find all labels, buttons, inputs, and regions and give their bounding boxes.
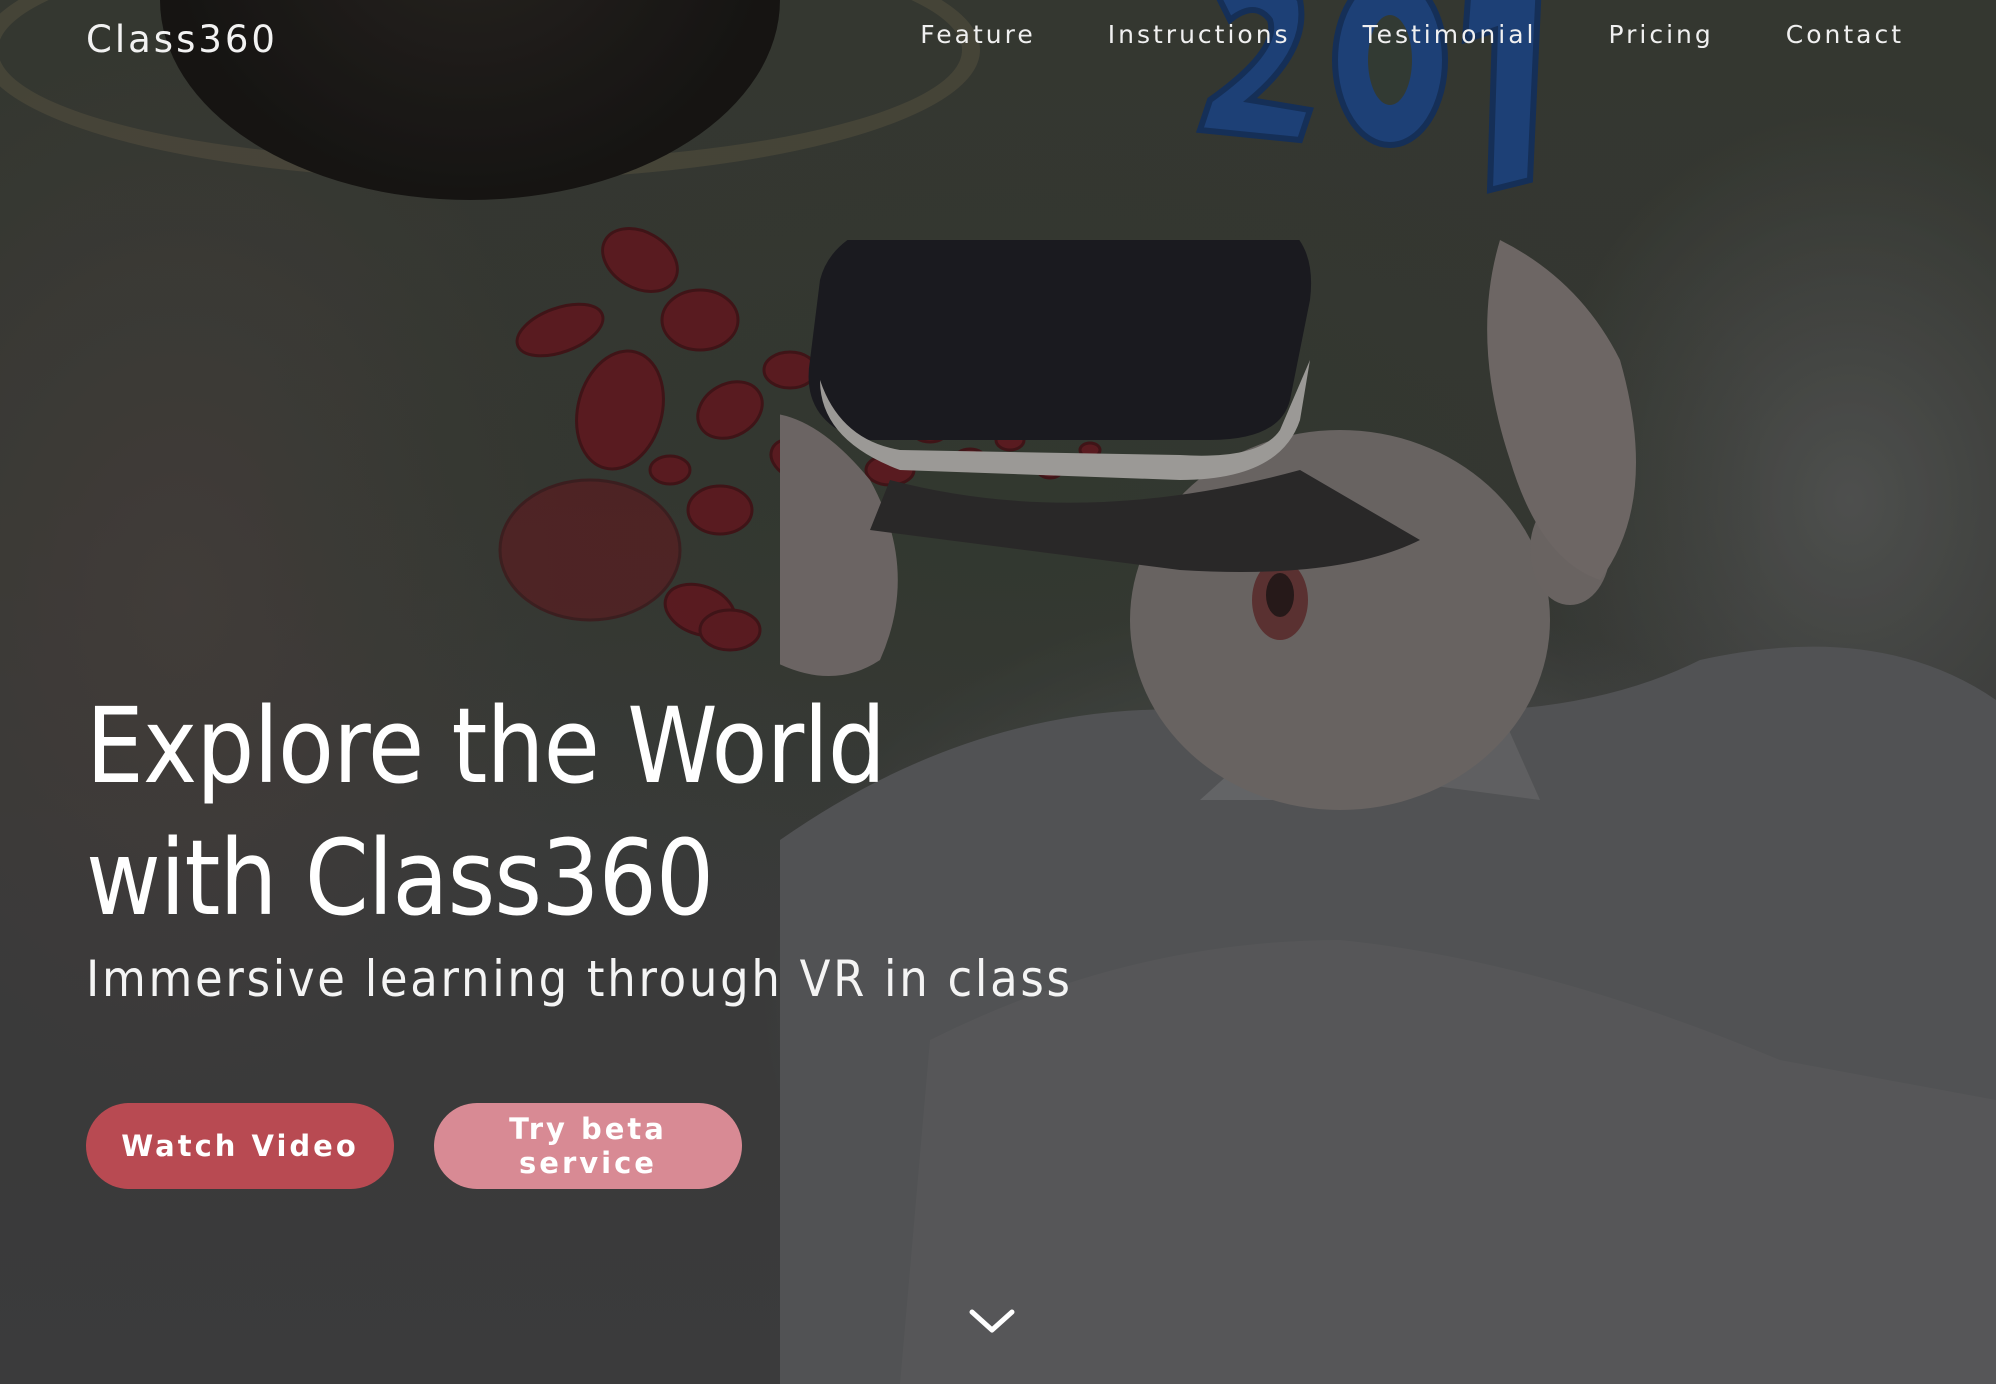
nav-link-feature[interactable]: Feature xyxy=(920,20,1035,49)
hero-subheadline: Immersive learning through VR in class xyxy=(86,950,1073,1008)
nav-link-testimonial[interactable]: Testimonial xyxy=(1363,20,1537,49)
watch-video-button[interactable]: Watch Video xyxy=(86,1103,394,1189)
nav-link-pricing[interactable]: Pricing xyxy=(1608,20,1713,49)
hero-headline-line2: with Class360 xyxy=(86,817,714,939)
chevron-down-icon[interactable] xyxy=(966,1300,1018,1340)
hero-headline: Explore the World with Class360 xyxy=(86,680,886,944)
nav-links: Feature Instructions Testimonial Pricing… xyxy=(920,20,1904,49)
hero-headline-line1: Explore the World xyxy=(86,685,886,807)
try-beta-service-button[interactable]: Try beta service xyxy=(434,1103,742,1189)
hero-section: Class360 Feature Instructions Testimonia… xyxy=(0,0,1996,1384)
top-navbar: Class360 Feature Instructions Testimonia… xyxy=(0,0,1996,90)
nav-link-contact[interactable]: Contact xyxy=(1786,20,1904,49)
nav-link-instructions[interactable]: Instructions xyxy=(1108,20,1291,49)
brand-logo[interactable]: Class360 xyxy=(86,18,278,61)
